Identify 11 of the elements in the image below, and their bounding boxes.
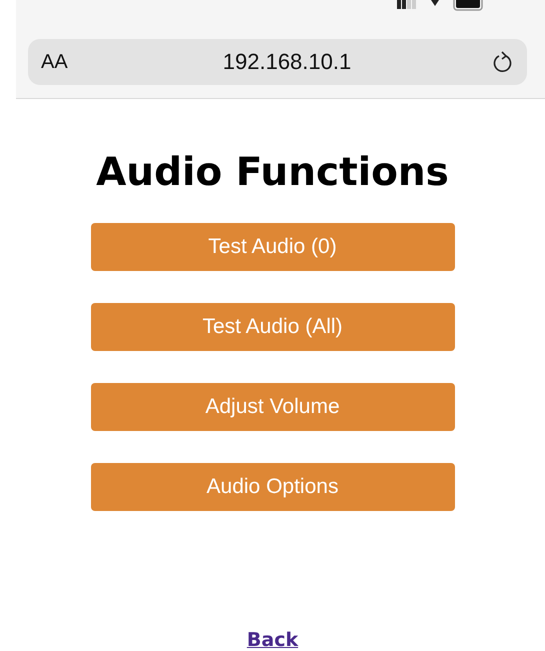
- text-size-button[interactable]: AA: [41, 50, 81, 74]
- action-button[interactable]: Test Audio (All): [90, 303, 454, 351]
- action-button[interactable]: Audio Options: [90, 463, 454, 511]
- address-bar[interactable]: AA 192.168.10.1: [28, 39, 527, 85]
- action-button[interactable]: Adjust Volume: [90, 383, 454, 431]
- back-link[interactable]: Back: [246, 629, 298, 651]
- reload-icon[interactable]: [493, 51, 513, 73]
- url-text: 192.168.10.1: [222, 49, 352, 75]
- action-button[interactable]: Test Audio (0): [90, 223, 454, 271]
- battery-icon: [453, 0, 485, 12]
- page-title: Audio Functions: [96, 149, 449, 197]
